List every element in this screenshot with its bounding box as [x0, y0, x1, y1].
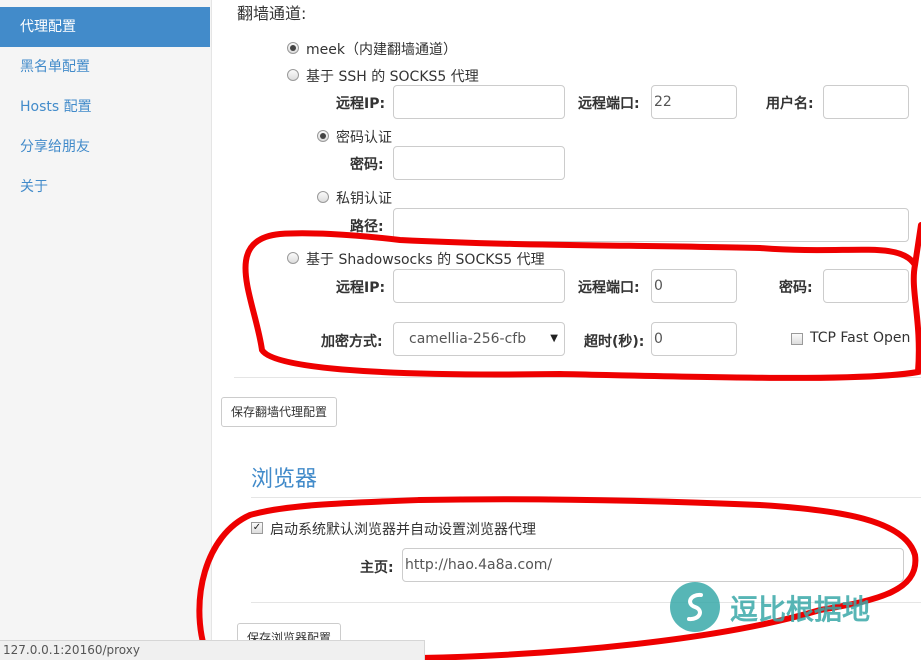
divider — [234, 377, 921, 378]
ssh-key-path-label: 路径: — [350, 219, 384, 235]
tcp-fast-open-label: TCP Fast Open — [810, 330, 911, 346]
ssh-radio[interactable] — [287, 69, 299, 81]
ss-remote-ip-label: 远程IP: — [336, 280, 386, 296]
ss-password-input[interactable] — [823, 269, 909, 303]
ssh-remote-port-input[interactable] — [651, 85, 737, 119]
ssh-username-input[interactable] — [823, 85, 909, 119]
sidebar-item-hosts-config[interactable]: Hosts 配置 — [0, 87, 210, 127]
ssh-key-path-input[interactable] — [393, 208, 909, 242]
ssh-password-input[interactable] — [393, 146, 565, 180]
password-auth-radio[interactable] — [317, 130, 329, 142]
sidebar: 代理配置 黑名单配置 Hosts 配置 分享给朋友 关于 — [0, 0, 212, 660]
shadowsocks-radio[interactable] — [287, 252, 299, 264]
ss-encryption-label: 加密方式: — [321, 334, 383, 350]
ssh-username-label: 用户名: — [766, 96, 814, 112]
ss-password-label: 密码: — [779, 280, 813, 296]
meek-option-label: meek（内建翻墙通道） — [306, 42, 457, 58]
meek-radio[interactable] — [287, 42, 299, 54]
ssh-remote-port-label: 远程端口: — [578, 96, 640, 112]
proxy-channel-label: 翻墙通道: — [237, 4, 307, 23]
tcp-fast-open-checkbox[interactable] — [791, 333, 803, 345]
sidebar-item-proxy-config[interactable]: 代理配置 — [0, 7, 210, 47]
ss-remote-port-input[interactable] — [651, 269, 737, 303]
watermark-text: 逗比根据地 — [730, 593, 871, 626]
launch-browser-label: 启动系统默认浏览器并自动设置浏览器代理 — [270, 522, 536, 538]
key-auth-label: 私钥认证 — [336, 191, 392, 207]
password-auth-label: 密码认证 — [336, 130, 392, 146]
watermark-logo-icon — [670, 582, 720, 632]
watermark: 逗比根据地 — [668, 580, 870, 638]
ss-timeout-input[interactable] — [651, 322, 737, 356]
divider — [251, 497, 921, 498]
sidebar-item-about[interactable]: 关于 — [0, 167, 210, 207]
sidebar-item-blacklist-config[interactable]: 黑名单配置 — [0, 47, 210, 87]
ssh-password-label: 密码: — [350, 157, 384, 173]
homepage-label: 主页: — [360, 560, 394, 576]
ss-remote-port-label: 远程端口: — [578, 280, 640, 296]
save-proxy-config-button[interactable]: 保存翻墙代理配置 — [221, 397, 338, 427]
sidebar-item-share[interactable]: 分享给朋友 — [0, 127, 210, 167]
ssh-remote-ip-input[interactable] — [393, 85, 565, 119]
ssh-option-label: 基于 SSH 的 SOCKS5 代理 — [306, 69, 479, 85]
key-auth-radio[interactable] — [317, 191, 329, 203]
ss-encryption-value: camellia-256-cfb — [409, 331, 527, 347]
chevron-down-icon: ▼ — [550, 333, 558, 344]
ss-timeout-label: 超时(秒): — [584, 334, 645, 350]
main-content: 翻墙通道: meek（内建翻墙通道） 基于 SSH 的 SOCKS5 代理 远程… — [211, 0, 921, 660]
status-bar-url: 127.0.0.1:20160/proxy — [0, 640, 425, 660]
ssh-remote-ip-label: 远程IP: — [336, 96, 386, 112]
homepage-input[interactable] — [402, 548, 904, 582]
browser-section-title: 浏览器 — [251, 467, 318, 492]
shadowsocks-option-label: 基于 Shadowsocks 的 SOCKS5 代理 — [306, 252, 545, 268]
ss-remote-ip-input[interactable] — [393, 269, 565, 303]
ss-encryption-select[interactable]: camellia-256-cfb ▼ — [393, 322, 565, 356]
launch-browser-checkbox[interactable]: ✓ — [251, 522, 263, 534]
